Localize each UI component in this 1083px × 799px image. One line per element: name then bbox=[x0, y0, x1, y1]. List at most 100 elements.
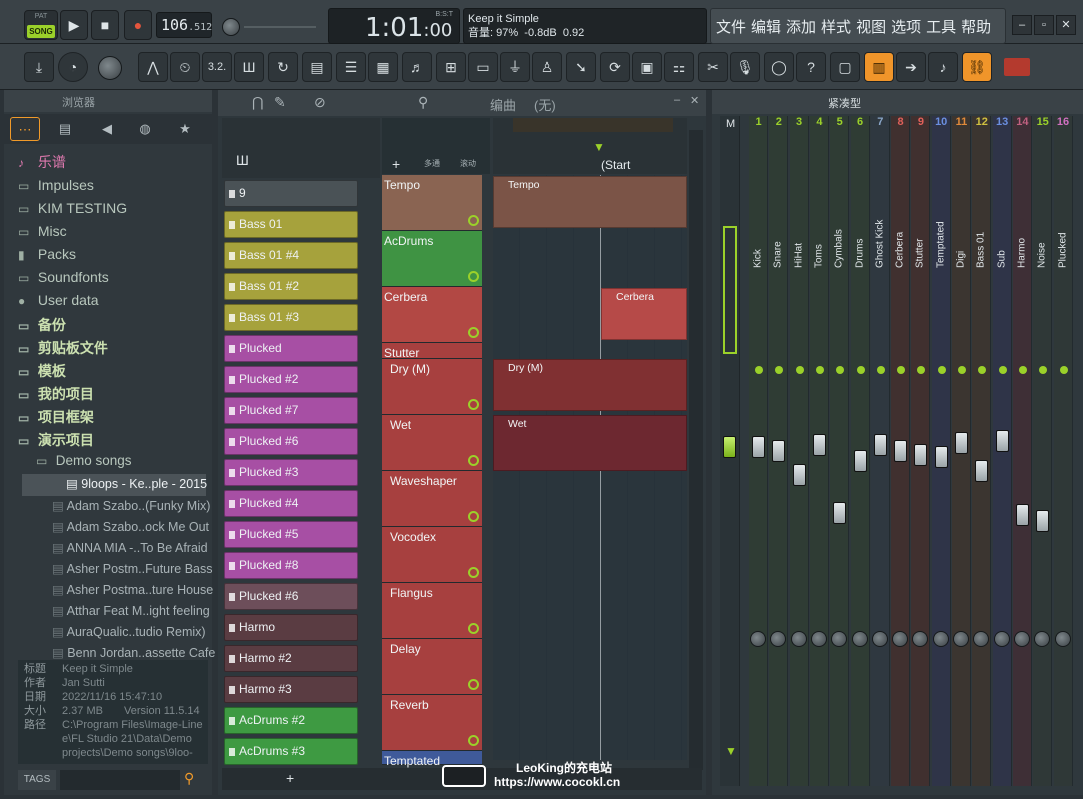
pattern-item[interactable]: Bass 01 #3 bbox=[224, 304, 358, 331]
playlist-scrollbar[interactable] bbox=[689, 130, 703, 770]
menu-tools[interactable]: 工具 bbox=[926, 16, 956, 37]
selected-file[interactable]: ▤ 9loops - Ke..ple - 2015 bbox=[66, 476, 207, 497]
plugin-icon[interactable]: ⏚ bbox=[500, 52, 530, 82]
record-button[interactable]: ● bbox=[124, 10, 152, 40]
browser-file[interactable]: ▤ Atthar Feat M..ight feeling bbox=[52, 603, 210, 624]
playhead-icon[interactable]: ▼ bbox=[593, 140, 605, 154]
master-volume-knob[interactable] bbox=[98, 56, 122, 80]
pattern-item[interactable]: Bass 01 #2 bbox=[224, 273, 358, 300]
browser-folder[interactable]: ▮ Packs bbox=[18, 246, 76, 268]
piano-icon[interactable]: Ш bbox=[236, 152, 249, 168]
channel-rack-icon[interactable]: ⊞ bbox=[436, 52, 466, 82]
clip-dry[interactable]: Dry (M) bbox=[493, 359, 687, 411]
mixer-strip[interactable]: 2 Snare bbox=[769, 116, 789, 786]
browser-subfolder[interactable]: ▭ Demo songs bbox=[36, 453, 132, 475]
track-enable-toggle[interactable] bbox=[468, 679, 479, 690]
browser-folder[interactable]: ▭ 模板 bbox=[18, 361, 66, 383]
menu-file[interactable]: 文件 bbox=[716, 16, 746, 37]
arrow-tool-icon[interactable]: ➘ bbox=[566, 52, 596, 82]
strip-fader[interactable] bbox=[1036, 510, 1050, 532]
strip-pan-knob[interactable] bbox=[932, 631, 949, 647]
delete-icon[interactable]: ⊘ bbox=[314, 94, 326, 111]
master-pitch-knob[interactable] bbox=[222, 18, 240, 36]
playlist-icon[interactable]: ☰ bbox=[336, 52, 366, 82]
menu-patterns[interactable]: 样式 bbox=[821, 16, 851, 37]
strip-fader[interactable] bbox=[792, 464, 806, 486]
strip-fader[interactable] bbox=[934, 446, 948, 468]
pattern-item[interactable]: Plucked bbox=[224, 335, 358, 362]
strip-enable-led[interactable] bbox=[1039, 366, 1048, 374]
timeline-ruler[interactable]: (Start ▼ bbox=[493, 118, 687, 174]
pencil-icon[interactable]: ✎ bbox=[274, 94, 286, 111]
metronome-icon[interactable]: ⋀ bbox=[138, 52, 168, 82]
pattern-item[interactable]: Harmo bbox=[224, 614, 358, 641]
pattern-item[interactable]: Plucked #6 bbox=[224, 428, 358, 455]
browser-file[interactable]: ▤ Adam Szabo..ock Me Out bbox=[52, 519, 209, 540]
all-tab-icon[interactable]: ⋯ bbox=[10, 117, 40, 141]
files-tab-icon[interactable]: ▤ bbox=[50, 117, 80, 141]
strip-enable-led[interactable] bbox=[755, 366, 763, 374]
master-volume-slider[interactable] bbox=[244, 26, 316, 28]
strip-enable-led[interactable] bbox=[1059, 366, 1068, 374]
strip-enable-led[interactable] bbox=[978, 366, 987, 374]
strip-fader[interactable] bbox=[873, 434, 887, 456]
browser-folder[interactable]: ▭ 演示项目 bbox=[18, 430, 94, 452]
strip-pan-knob[interactable] bbox=[750, 631, 766, 647]
browser-folder[interactable]: ▭ 我的项目 bbox=[18, 384, 94, 406]
tags-button[interactable]: TAGS bbox=[18, 770, 56, 790]
clip-tempo[interactable]: Tempo bbox=[493, 176, 687, 228]
strip-enable-led[interactable] bbox=[937, 366, 946, 374]
mixer-strip[interactable]: 1 Kick bbox=[749, 116, 768, 786]
track-header[interactable]: Reverb bbox=[382, 695, 482, 751]
mixer-strip[interactable]: 10 Temptated bbox=[931, 116, 951, 786]
pattern-item[interactable]: AcDrums #2 bbox=[224, 707, 358, 734]
play-button[interactable]: ▶ bbox=[60, 10, 88, 40]
menu-add[interactable]: 添加 bbox=[786, 16, 816, 37]
strip-fader[interactable] bbox=[1015, 504, 1029, 526]
track-enable-toggle[interactable] bbox=[468, 623, 479, 634]
pattern-item[interactable]: AcDrums #3 bbox=[224, 738, 358, 765]
browser-file[interactable]: ▤ Asher Postma..ture House bbox=[52, 582, 213, 603]
magnet-icon[interactable]: ⋂ bbox=[252, 94, 263, 111]
mixer-strip[interactable]: 15 Noise bbox=[1033, 116, 1053, 786]
menu-edit[interactable]: 编辑 bbox=[751, 16, 781, 37]
mixer-icon[interactable]: ♙ bbox=[532, 52, 562, 82]
strip-pan-knob[interactable] bbox=[831, 631, 848, 647]
help-icon[interactable]: ? bbox=[796, 52, 826, 82]
pattern-item[interactable]: 9 bbox=[224, 180, 358, 207]
browser-folder[interactable]: ▭ 剪贴板文件 bbox=[18, 338, 108, 360]
mixer-strip[interactable]: 4 Toms bbox=[809, 116, 829, 786]
strip-enable-led[interactable] bbox=[876, 366, 885, 374]
clip-wet[interactable]: Wet bbox=[493, 415, 687, 471]
strip-fader[interactable] bbox=[894, 440, 908, 462]
menu-help[interactable]: 帮助 bbox=[961, 16, 991, 37]
track-header[interactable]: Flangus bbox=[382, 583, 482, 639]
pattern-item[interactable]: Plucked #3 bbox=[224, 459, 358, 486]
track-enable-toggle[interactable] bbox=[468, 271, 479, 282]
track-enable-toggle[interactable] bbox=[468, 327, 479, 338]
strip-fader[interactable] bbox=[955, 432, 968, 454]
pattern-item[interactable]: Harmo #3 bbox=[224, 676, 358, 703]
pattern-item[interactable]: Harmo #2 bbox=[224, 645, 358, 672]
strip-enable-led[interactable] bbox=[775, 366, 784, 374]
track-header[interactable]: Wet bbox=[382, 415, 482, 471]
strip-pan-knob[interactable] bbox=[892, 631, 909, 647]
pattern-item[interactable]: Bass 01 bbox=[224, 211, 358, 238]
maximize-button[interactable]: ▫ bbox=[1034, 15, 1054, 35]
strip-pan-knob[interactable] bbox=[810, 631, 827, 647]
tags-search-input[interactable] bbox=[60, 770, 180, 790]
mixer-strip[interactable]: 5 Cymbals bbox=[830, 116, 850, 786]
guitar-icon[interactable]: ♪ bbox=[928, 52, 958, 82]
strip-fader[interactable] bbox=[812, 434, 826, 456]
color-swatch[interactable] bbox=[1004, 58, 1030, 76]
strip-fader[interactable] bbox=[914, 444, 928, 466]
step-sequencer-icon[interactable]: ▦ bbox=[368, 52, 398, 82]
pattern-item[interactable]: Plucked #5 bbox=[224, 521, 358, 548]
browser-folder[interactable]: ▭ Impulses bbox=[18, 177, 94, 199]
mixer-strip[interactable]: 7 Ghost Kick bbox=[870, 116, 890, 786]
strip-enable-led[interactable] bbox=[815, 366, 824, 374]
stop-button[interactable]: ■ bbox=[91, 10, 119, 40]
browser-folder[interactable]: ▭ 项目框架 bbox=[18, 407, 94, 429]
plugins-tab-icon[interactable]: ◀ bbox=[92, 117, 122, 141]
pattern-item[interactable]: Plucked #6 bbox=[224, 583, 358, 610]
